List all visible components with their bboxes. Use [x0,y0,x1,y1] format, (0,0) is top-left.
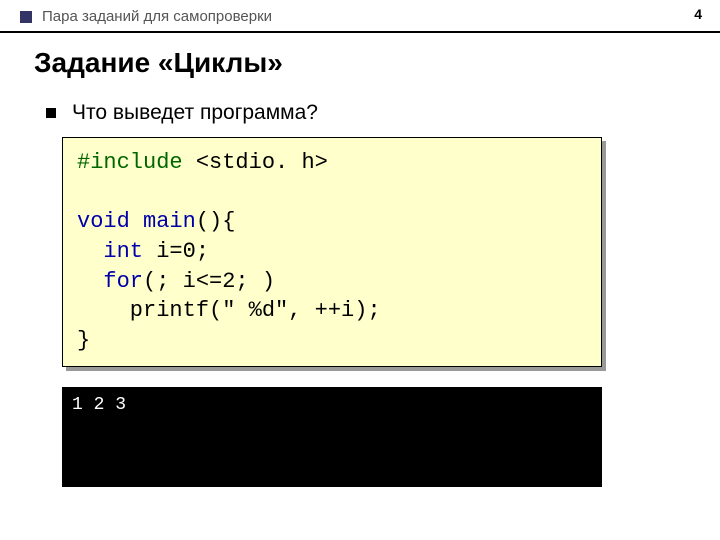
output-text: 1 2 3 [72,395,592,415]
question-text: Что выведет программа? [72,101,318,125]
slide-header: Пара заданий для самопроверки [0,0,720,33]
code-box: #include <stdio. h> void main(){ int i=0… [62,137,602,367]
question-bullet-icon [46,108,56,118]
code-block: #include <stdio. h> void main(){ int i=0… [62,137,602,367]
code-content: #include <stdio. h> void main(){ int i=0… [77,148,587,356]
question-row: Что выведет программа? [46,101,720,125]
slide-title: Задание «Циклы» [34,47,720,79]
page-number: 4 [694,6,702,22]
header-text: Пара заданий для самопроверки [42,8,272,25]
header-bullet-icon [20,11,32,23]
output-box: 1 2 3 [62,387,602,487]
